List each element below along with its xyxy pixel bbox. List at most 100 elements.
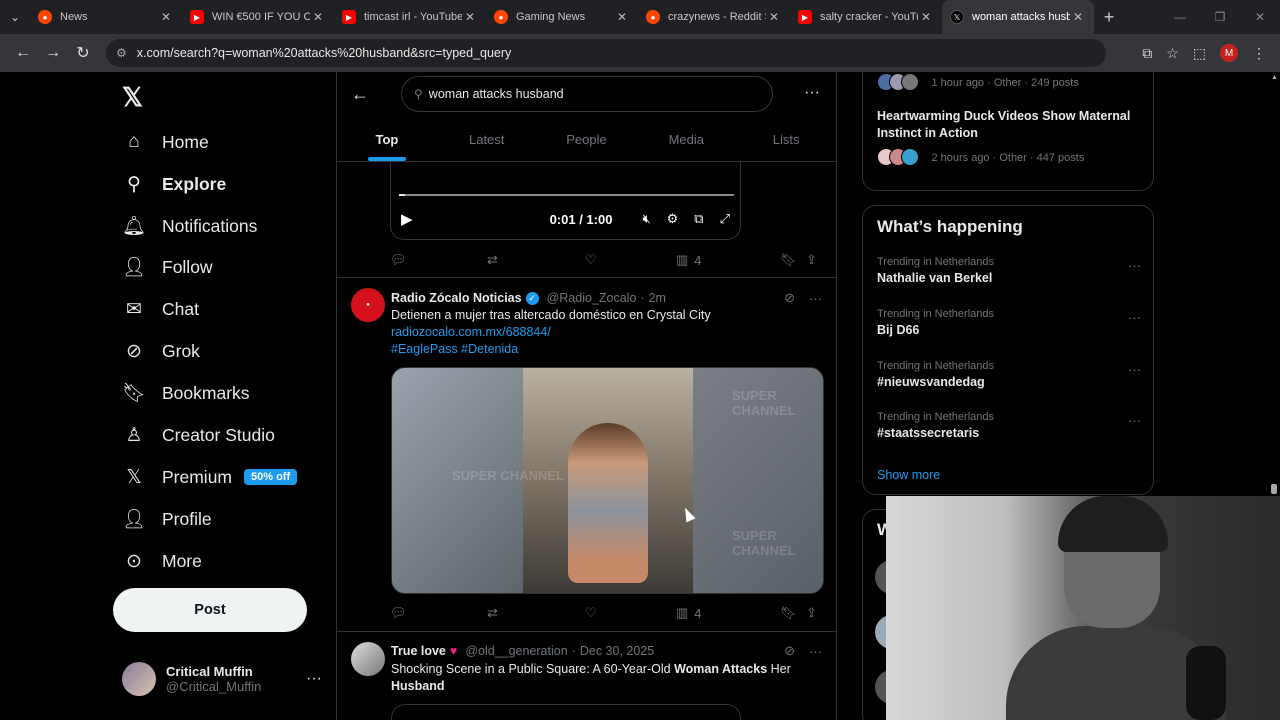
show-more-link[interactable]: Show more xyxy=(877,468,940,482)
nav-chat[interactable]: ✉ Chat xyxy=(122,289,199,329)
nav-home[interactable]: ⌂ Home xyxy=(122,122,208,162)
minimize-icon[interactable]: — xyxy=(1160,0,1200,34)
tab-lists[interactable]: Lists xyxy=(736,122,836,162)
nav-explore[interactable]: ⚲ Explore xyxy=(122,164,226,204)
close-icon[interactable]: ✕ xyxy=(918,10,934,24)
post-button[interactable]: Post xyxy=(113,588,307,632)
close-icon[interactable]: ✕ xyxy=(614,10,630,24)
bookmark-icon[interactable]: 🔖︎ xyxy=(780,252,806,268)
more-icon[interactable]: ··· xyxy=(1128,258,1141,273)
settings-icon[interactable]: ⚙ xyxy=(667,211,679,227)
mute-icon[interactable]: 🔇︎ xyxy=(642,211,650,227)
url-bar[interactable]: ⚙ x.com/search?q=woman%20attacks%20husba… xyxy=(106,39,1106,67)
scrollbar-thumb[interactable] xyxy=(1271,484,1277,494)
browser-tab-active[interactable]: 𝕏 woman attacks husb ✕ xyxy=(942,0,1094,34)
tweet-link[interactable]: radiozocalo.com.mx/688844/ xyxy=(391,324,822,341)
grok-icon[interactable]: ⊘ xyxy=(784,290,795,306)
browser-tab[interactable]: ▶ WIN €500 IF YOU CA ✕ xyxy=(182,0,334,34)
tab-search-icon[interactable]: ⌄ xyxy=(0,0,30,34)
close-window-icon[interactable]: ✕ xyxy=(1240,0,1280,34)
nav-premium[interactable]: 𝕏 Premium 50% off xyxy=(122,457,298,497)
retweet-icon[interactable]: ⇄ xyxy=(487,605,585,621)
close-icon[interactable]: ✕ xyxy=(310,10,326,24)
nav-profile[interactable]: 👤︎ Profile xyxy=(122,499,212,539)
more-icon[interactable]: ··· xyxy=(1128,362,1141,377)
tab-people[interactable]: People xyxy=(537,122,637,162)
views-button[interactable]: ▥ 4 xyxy=(676,252,780,268)
nav-grok[interactable]: ⊘ Grok xyxy=(122,331,200,371)
close-icon[interactable]: ✕ xyxy=(766,10,782,24)
like-icon[interactable]: ♡ xyxy=(585,252,676,268)
news-story[interactable]: Heartwarming Duck Videos Show Maternal I… xyxy=(877,108,1147,166)
share-icon[interactable]: ⇪ xyxy=(806,252,817,268)
restore-icon[interactable]: ❐ xyxy=(1200,0,1240,34)
more-icon[interactable]: ··· xyxy=(809,291,822,306)
tab-top[interactable]: Top xyxy=(337,122,437,162)
trend-item[interactable]: Trending in Netherlands Bij D66 ··· xyxy=(877,308,1141,337)
trend-item[interactable]: Trending in Netherlands Nathalie van Ber… xyxy=(877,256,1141,285)
video-progress-bar[interactable] xyxy=(399,194,734,196)
scroll-up-icon[interactable]: ▲ xyxy=(1271,74,1278,81)
nav-more[interactable]: ⊙ More xyxy=(122,541,202,581)
more-icon[interactable]: ··· xyxy=(306,670,322,688)
tab-media[interactable]: Media xyxy=(636,122,736,162)
more-icon[interactable]: ··· xyxy=(1128,413,1141,428)
share-icon[interactable]: ⇪ xyxy=(806,605,817,621)
tweet-media-partial[interactable] xyxy=(391,704,741,720)
browser-tab[interactable]: ● News ✕ xyxy=(30,0,182,34)
video-player[interactable]: ▶ 0:01 / 1:00 🔇︎ ⚙ ⧉ ⤢ xyxy=(390,162,741,240)
reload-icon[interactable]: ↻ xyxy=(68,43,98,63)
x-logo-icon[interactable]: 𝕏 xyxy=(122,82,143,113)
profile-avatar[interactable]: M xyxy=(1220,44,1238,62)
tweet-handle[interactable]: @old__generation xyxy=(465,644,567,658)
nav-follow[interactable]: 👤︎ Follow xyxy=(122,247,213,287)
tweet-time[interactable]: Dec 30, 2025 xyxy=(580,644,654,658)
forward-icon[interactable]: → xyxy=(38,44,68,62)
browser-tab[interactable]: ● crazynews - Reddit S ✕ xyxy=(638,0,790,34)
nav-notifications[interactable]: 🔔︎ Notifications xyxy=(122,206,257,246)
site-info-icon[interactable]: ⚙ xyxy=(116,46,127,60)
trend-item[interactable]: Trending in Netherlands #nieuwsvandedag … xyxy=(877,360,1141,389)
more-icon[interactable]: ··· xyxy=(804,84,820,102)
nav-creator-studio[interactable]: ♙ Creator Studio xyxy=(122,415,274,455)
tweet-time[interactable]: 2m xyxy=(649,291,666,305)
tweet-handle[interactable]: @Radio_Zocalo xyxy=(547,291,637,305)
close-icon[interactable]: ✕ xyxy=(1070,10,1086,24)
star-icon[interactable]: ☆ xyxy=(1166,45,1179,62)
avatar[interactable]: ● xyxy=(351,288,385,322)
bookmark-icon[interactable]: 🔖︎ xyxy=(780,605,806,621)
trend-item[interactable]: Trending in Netherlands #staatssecretari… xyxy=(877,411,1141,440)
more-icon[interactable]: ··· xyxy=(1128,310,1141,325)
search-input[interactable]: ⚲ woman attacks husband xyxy=(401,76,773,112)
account-switcher[interactable]: Critical Muffin @Critical_Muffin ··· xyxy=(122,662,322,696)
pip-icon[interactable]: ⧉ xyxy=(694,211,703,227)
menu-icon[interactable]: ⋮ xyxy=(1252,45,1266,62)
news-story[interactable]: 1 hour ago · Other · 249 posts xyxy=(877,73,1079,91)
nav-bookmarks[interactable]: 🔖︎ Bookmarks xyxy=(122,373,250,413)
like-icon[interactable]: ♡ xyxy=(585,605,676,621)
tweet-author-name[interactable]: Radio Zócalo Noticias xyxy=(391,291,522,305)
more-icon[interactable]: ··· xyxy=(809,644,822,659)
browser-tab[interactable]: ● Gaming News ✕ xyxy=(486,0,638,34)
close-icon[interactable]: ✕ xyxy=(462,10,478,24)
browser-tab[interactable]: ▶ salty cracker - YouTu ✕ xyxy=(790,0,942,34)
views-button[interactable]: ▥ 4 xyxy=(676,605,780,621)
reply-icon[interactable]: 💬︎ xyxy=(390,252,487,268)
browser-tab[interactable]: ▶ timcast irl - YouTube ✕ xyxy=(334,0,486,34)
avatar[interactable] xyxy=(351,642,385,676)
fullscreen-icon[interactable]: ⤢ xyxy=(720,211,730,227)
play-icon[interactable]: ▶ xyxy=(401,210,413,228)
grok-icon[interactable]: ⊘ xyxy=(784,643,795,659)
tab-latest[interactable]: Latest xyxy=(437,122,537,162)
new-tab-icon[interactable]: + xyxy=(1094,7,1124,28)
tweet-media[interactable]: SUPER CHANNEL SUPER CHANNEL SUPER CHANNE… xyxy=(391,367,824,594)
install-app-icon[interactable]: ⧉ xyxy=(1142,45,1152,62)
close-icon[interactable]: ✕ xyxy=(158,10,174,24)
extensions-icon[interactable]: ⬚ xyxy=(1193,45,1206,62)
tweet-author-name[interactable]: True love xyxy=(391,644,446,658)
retweet-icon[interactable]: ⇄ xyxy=(487,252,585,268)
back-arrow-icon[interactable]: ← xyxy=(351,84,369,105)
reply-icon[interactable]: 💬︎ xyxy=(390,605,487,621)
tweet-hashtags[interactable]: #EaglePass #Detenida xyxy=(391,341,822,358)
back-icon[interactable]: ← xyxy=(8,44,38,62)
